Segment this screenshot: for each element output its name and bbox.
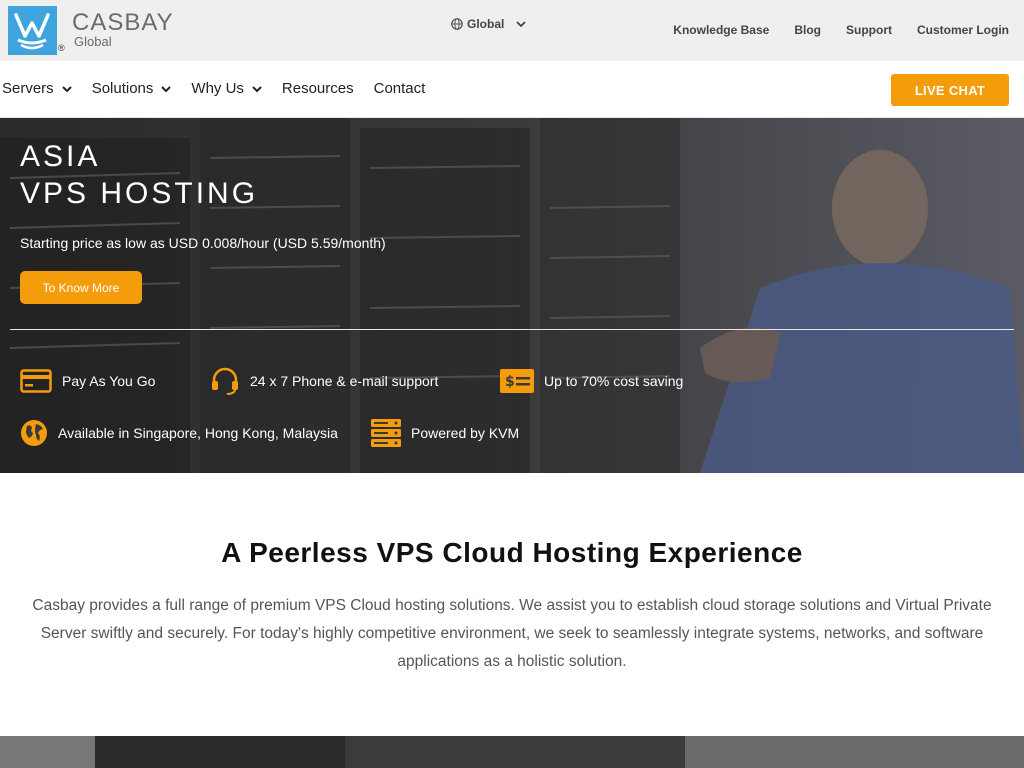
- chevron-down-icon: [516, 21, 526, 28]
- hero-title-line2: VPS HOSTING: [20, 177, 259, 210]
- nav-item-label: Solutions: [91, 80, 154, 97]
- chevron-down-icon: [252, 86, 262, 93]
- headset-icon: [212, 367, 238, 395]
- feature-cost-saving: $ Up to 70% cost saving: [500, 369, 683, 393]
- nav-item-why-us[interactable]: Why Us: [191, 80, 262, 98]
- region-selector[interactable]: Global: [451, 16, 526, 32]
- credit-card-icon: [20, 369, 52, 393]
- dollar-bill-icon: $: [500, 369, 534, 393]
- customer-login-link[interactable]: Customer Login: [917, 22, 1009, 38]
- hero-subtitle: Starting price as low as USD 0.008/hour …: [20, 235, 386, 251]
- knowledge-base-link[interactable]: Knowledge Base: [673, 22, 769, 38]
- nav-item-label: Why Us: [191, 80, 244, 97]
- intro-body: Casbay provides a full range of premium …: [32, 597, 992, 670]
- feature-label: Up to 70% cost saving: [544, 373, 684, 389]
- feature-label: Powered by KVM: [411, 425, 520, 441]
- logo-mark-icon: [8, 6, 57, 55]
- hero-divider: [10, 329, 1014, 330]
- hero-title-line1: ASIA: [20, 140, 101, 173]
- server-stack-icon: [371, 419, 401, 447]
- nav-item-label: Resources: [281, 80, 354, 97]
- feature-locations: Available in Singapore, Hong Kong, Malay…: [20, 419, 338, 447]
- live-chat-button[interactable]: LIVE CHAT: [891, 74, 1009, 106]
- main-nav: Servers Solutions Why Us Resources Conta…: [0, 61, 1024, 118]
- top-bar: ® CASBAY Global Global Knowledge Base Bl…: [0, 0, 1024, 61]
- feature-support: 24 x 7 Phone & e-mail support: [210, 366, 438, 396]
- feature-pay-as-you-go: Pay As You Go: [20, 369, 155, 393]
- nav-item-label: Contact: [373, 80, 426, 97]
- logo-registered-mark: ®: [58, 43, 65, 53]
- top-links: Knowledge Base Blog Support Customer Log…: [673, 22, 1009, 38]
- section-background-image: [0, 736, 1024, 768]
- feature-kvm: Powered by KVM: [371, 419, 519, 447]
- nav-item-solutions[interactable]: Solutions: [92, 80, 172, 98]
- nav-item-label: Servers: [2, 80, 54, 97]
- chevron-down-icon: [161, 86, 172, 93]
- globe-icon: [21, 420, 47, 446]
- feature-label: Available in Singapore, Hong Kong, Malay…: [58, 425, 338, 441]
- nav-item-resources[interactable]: Resources: [282, 80, 354, 98]
- hero-banner: ASIA VPS HOSTING Starting price as low a…: [0, 118, 1024, 473]
- support-link[interactable]: Support: [846, 22, 892, 38]
- region-label: Global: [467, 17, 505, 31]
- hero-title: ASIA VPS HOSTING: [20, 138, 258, 212]
- casbay-logo[interactable]: ® CASBAY Global: [8, 5, 198, 57]
- intro-title: A Peerless VPS Cloud Hosting Experience: [221, 537, 803, 568]
- logo-name: CASBAY: [72, 9, 174, 36]
- logo-subtitle: Global: [74, 34, 112, 49]
- blog-link[interactable]: Blog: [794, 22, 821, 38]
- globe-icon: [451, 18, 463, 30]
- feature-label: Pay As You Go: [62, 373, 156, 389]
- svg-text:$: $: [505, 374, 515, 390]
- nav-item-servers[interactable]: Servers: [2, 80, 72, 98]
- chevron-down-icon: [61, 86, 72, 93]
- feature-label: 24 x 7 Phone & e-mail support: [250, 373, 439, 389]
- nav-item-contact[interactable]: Contact: [374, 80, 426, 98]
- to-know-more-button[interactable]: To Know More: [20, 271, 142, 304]
